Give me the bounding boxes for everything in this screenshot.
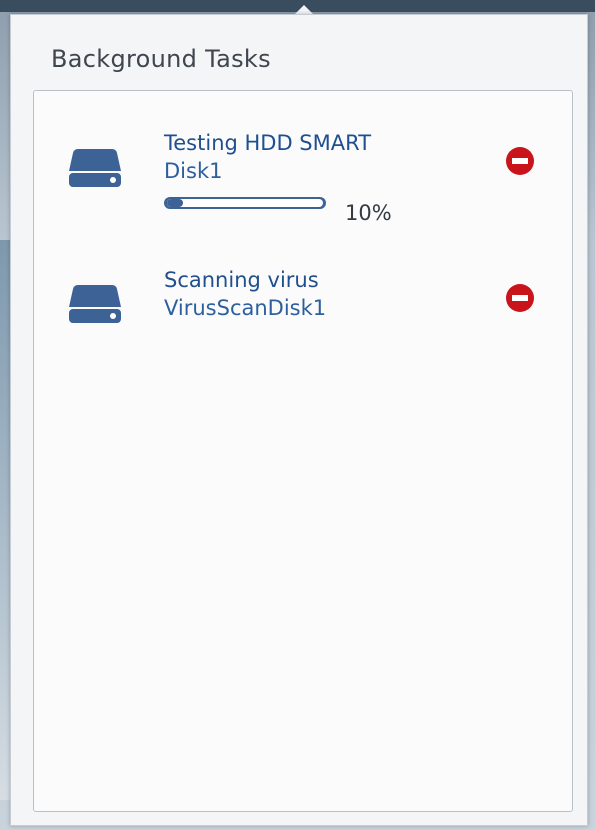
background-tasks-popup: Background Tasks Testing HDD SMART Disk1…: [10, 14, 588, 826]
task-target: Disk1: [164, 159, 223, 183]
hard-drive-icon: [69, 285, 121, 323]
progress-percent: 10%: [345, 201, 392, 225]
remove-icon[interactable]: [506, 147, 534, 175]
task-list: Testing HDD SMART Disk1 10% Scanning vir…: [33, 90, 573, 812]
task-target: VirusScanDisk1: [164, 296, 327, 320]
hard-drive-icon: [69, 149, 121, 187]
remove-icon[interactable]: [506, 284, 534, 312]
progress-bar: [164, 197, 326, 209]
task-title: Testing HDD SMART: [164, 131, 372, 155]
task-title: Scanning virus: [164, 268, 319, 292]
popup-title: Background Tasks: [51, 45, 271, 73]
progress-fill: [167, 199, 183, 207]
